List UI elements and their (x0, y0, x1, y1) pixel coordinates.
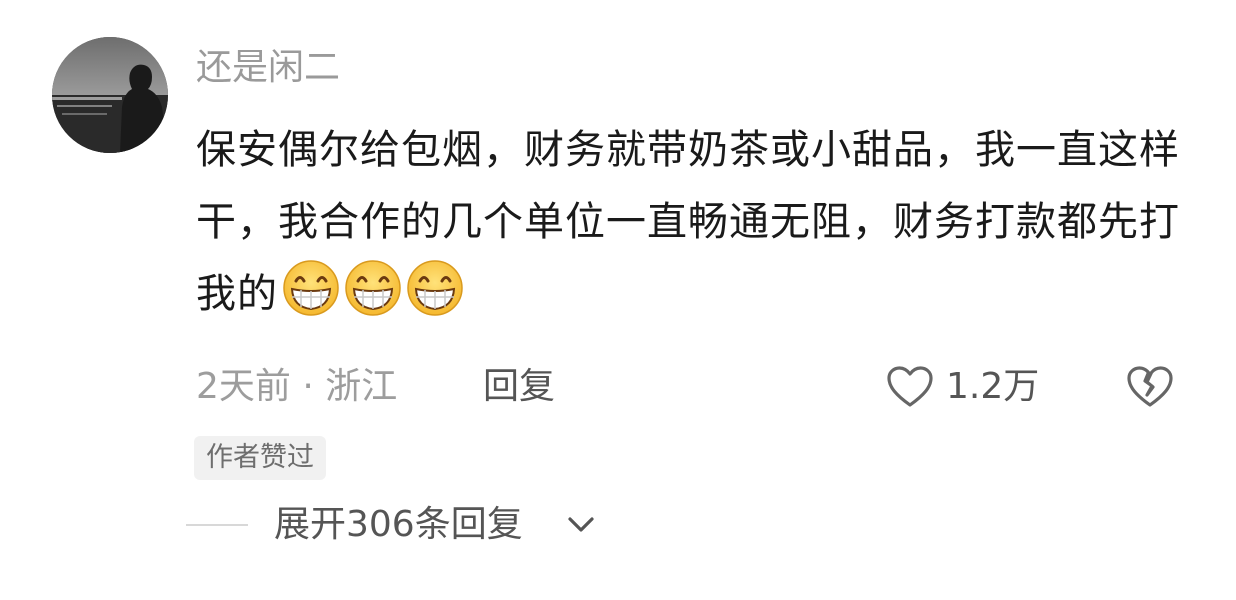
broken-heart-icon (1127, 366, 1173, 407)
like-button[interactable]: 1.2万 (886, 362, 1039, 412)
author-liked-badge: 作者赞过 (194, 436, 326, 480)
comment-content: 保安偶尔给包烟，财务就带奶茶或小甜品，我一直这样干，我合作的几个单位一直畅通无阻… (196, 114, 1186, 330)
heart-outline-icon (887, 366, 933, 407)
reply-button[interactable]: 回复 (483, 362, 555, 412)
avatar[interactable] (52, 37, 168, 153)
time-location: 2天前 · 浙江 (196, 366, 398, 407)
expand-replies-button[interactable]: 展开306条回复 (186, 500, 786, 550)
grin-emoji (344, 259, 402, 317)
comment-item: 还是闲二 保安偶尔给包烟，财务就带奶茶或小甜品，我一直这样干，我合作的几个单位一… (0, 0, 1236, 600)
expand-replies-label: 展开306条回复 (274, 504, 523, 545)
divider-line (186, 524, 248, 526)
grin-emoji (406, 259, 464, 317)
dislike-button[interactable] (1126, 364, 1174, 410)
grin-emoji (282, 259, 340, 317)
like-count: 1.2万 (946, 366, 1040, 407)
username[interactable]: 还是闲二 (196, 44, 340, 92)
chevron-down-icon (568, 517, 594, 532)
avatar-image (52, 37, 168, 153)
comment-meta: 2天前 · 浙江 回复 1.2万 (196, 362, 1186, 412)
